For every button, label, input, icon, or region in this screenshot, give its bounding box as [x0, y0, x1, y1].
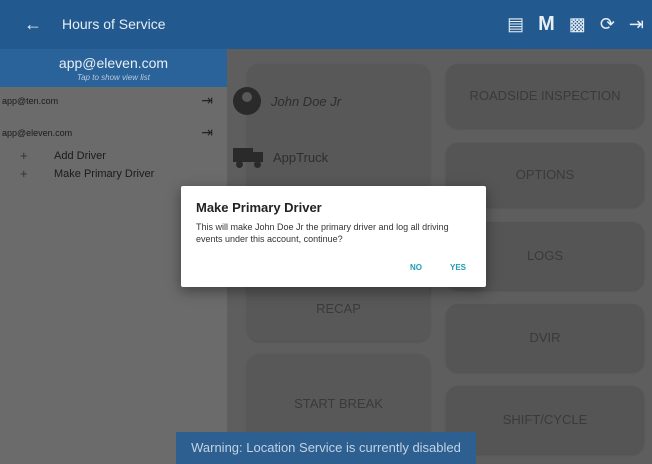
- driver-row: John Doe Jr: [233, 87, 341, 115]
- dialog-message: This will make John Doe Jr the primary d…: [196, 222, 449, 244]
- dvir-label: DVIR: [529, 330, 561, 345]
- add-driver-label: Add Driver: [54, 150, 106, 162]
- refresh-icon[interactable]: ⟳: [600, 12, 615, 36]
- logout-icon[interactable]: ⇥: [201, 124, 213, 141]
- current-account-email: app@eleven.com: [58, 55, 169, 71]
- make-primary-driver-dialog: Make Primary Driver This will make John …: [181, 186, 486, 287]
- truck-icon: [233, 146, 265, 168]
- account-email: app@ten.com: [2, 96, 59, 106]
- drawer-header[interactable]: app@eleven.com Tap to show view list: [0, 49, 227, 87]
- app-bar: ← Hours of Service ▤ M ▩ ⟳ ⇥: [0, 0, 652, 49]
- add-driver-item[interactable]: + Add Driver: [0, 147, 227, 165]
- drawer-hint: Tap to show view list: [76, 73, 151, 82]
- m-button[interactable]: M: [538, 12, 555, 36]
- driver-name: John Doe Jr: [271, 93, 342, 109]
- message-icon[interactable]: ▤: [507, 12, 524, 36]
- roadside-inspection-button[interactable]: ROADSIDE INSPECTION: [446, 64, 644, 128]
- logout-icon[interactable]: ⇥: [629, 12, 644, 36]
- account-email: app@eleven.com: [2, 128, 73, 138]
- yes-button[interactable]: YES: [450, 263, 466, 272]
- dialog-title: Make Primary Driver: [196, 200, 322, 215]
- plus-icon: +: [20, 166, 28, 181]
- app-bar-actions: ▤ M ▩ ⟳ ⇥: [507, 12, 644, 36]
- logout-icon[interactable]: ⇥: [201, 92, 213, 109]
- make-primary-driver-item[interactable]: + Make Primary Driver: [0, 165, 227, 183]
- truck-name: AppTruck: [273, 149, 329, 165]
- account-row[interactable]: app@eleven.com ⇥: [0, 123, 227, 143]
- truck-row: AppTruck: [233, 146, 328, 168]
- page-title: Hours of Service: [62, 16, 166, 32]
- arrow-left-icon[interactable]: ←: [24, 13, 42, 35]
- roadside-inspection-label: ROADSIDE INSPECTION: [469, 88, 621, 103]
- account-row[interactable]: app@ten.com ⇥: [0, 91, 227, 111]
- person-icon: [233, 87, 261, 115]
- monitor-icon[interactable]: ▩: [569, 12, 586, 36]
- make-primary-driver-label: Make Primary Driver: [54, 168, 155, 180]
- dvir-button[interactable]: DVIR: [446, 304, 644, 372]
- no-button[interactable]: NO: [410, 263, 422, 272]
- location-warning-snackbar: Warning: Location Service is currently d…: [176, 432, 476, 464]
- plus-icon: +: [20, 148, 28, 163]
